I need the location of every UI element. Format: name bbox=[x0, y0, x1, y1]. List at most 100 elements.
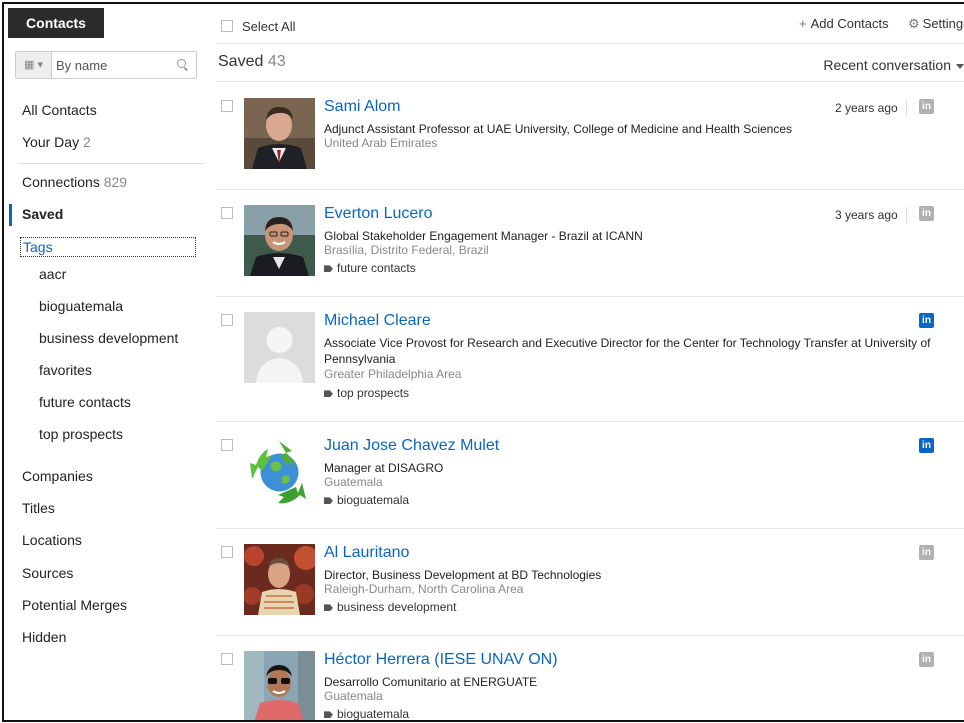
contact-row[interactable]: Michael Cleare Associate Vice Provost fo… bbox=[216, 297, 964, 422]
plus-icon: + bbox=[799, 16, 807, 31]
tag-business-development[interactable]: business development bbox=[39, 330, 178, 346]
nav-companies[interactable]: Companies bbox=[22, 468, 93, 484]
contact-row[interactable]: Héctor Herrera (IESE UNAV ON) Desarrollo… bbox=[216, 636, 964, 720]
contact-headline: Adjunct Assistant Professor at UAE Unive… bbox=[324, 122, 792, 136]
contact-name[interactable]: Sami Alom bbox=[324, 98, 400, 116]
nav-saved[interactable]: Saved bbox=[22, 206, 63, 222]
tag-icon bbox=[324, 604, 333, 612]
contact-checkbox[interactable] bbox=[221, 546, 233, 558]
last-contact-time: 3 years ago bbox=[835, 208, 898, 222]
contact-photo[interactable] bbox=[244, 98, 315, 169]
contact-location: Guatemala bbox=[324, 475, 383, 489]
contact-tag[interactable]: business development bbox=[324, 600, 456, 614]
linkedin-icon[interactable]: in bbox=[919, 313, 934, 328]
nav-all-contacts[interactable]: All Contacts bbox=[22, 102, 97, 118]
nav-titles[interactable]: Titles bbox=[22, 500, 55, 516]
nav-sources[interactable]: Sources bbox=[22, 565, 73, 581]
contact-name[interactable]: Michael Cleare bbox=[324, 312, 431, 330]
gear-icon: ⚙ bbox=[908, 16, 920, 31]
linkedin-icon[interactable]: in bbox=[919, 438, 934, 453]
select-all-label[interactable]: Select All bbox=[242, 19, 295, 34]
contact-list: Sami Alom Adjunct Assistant Professor at… bbox=[216, 83, 964, 720]
contact-headline: Associate Vice Provost for Research and … bbox=[324, 336, 931, 366]
contact-tag[interactable]: future contacts bbox=[324, 261, 416, 275]
contact-checkbox[interactable] bbox=[221, 100, 233, 112]
contact-headline: Director, Business Development at BD Tec… bbox=[324, 568, 602, 582]
tag-aacr[interactable]: aacr bbox=[39, 266, 66, 282]
nav-connections[interactable]: Connections 829 bbox=[22, 174, 127, 190]
settings-button[interactable]: ⚙Settings bbox=[908, 16, 964, 32]
name-search-input[interactable] bbox=[56, 52, 166, 78]
main-panel: Select All +Add Contacts ⚙Settings Saved… bbox=[216, 4, 964, 720]
filter-type-dropdown[interactable]: ▦ ▾ bbox=[16, 52, 52, 78]
list-count: 43 bbox=[267, 53, 286, 70]
tag-favorites[interactable]: favorites bbox=[39, 362, 92, 378]
linkedin-icon[interactable]: in bbox=[919, 206, 934, 221]
contact-checkbox[interactable] bbox=[221, 653, 233, 665]
tag-icon bbox=[324, 711, 333, 719]
nav-hidden[interactable]: Hidden bbox=[22, 629, 66, 645]
list-header: Saved 43 Recent conversation bbox=[216, 44, 964, 82]
tag-future-contacts[interactable]: future contacts bbox=[39, 394, 131, 410]
contact-location: Greater Philadelphia Area bbox=[324, 367, 462, 381]
chevron-down-icon bbox=[956, 63, 964, 69]
selected-indicator bbox=[9, 204, 12, 226]
nav-count: 2 bbox=[82, 134, 91, 150]
contact-tag[interactable]: bioguatemala bbox=[324, 707, 409, 720]
select-all-checkbox[interactable] bbox=[221, 20, 233, 32]
contacts-filter-icon: ▦ bbox=[24, 59, 35, 71]
time-divider bbox=[906, 207, 907, 223]
contact-name[interactable]: Juan Jose Chavez Mulet bbox=[324, 437, 499, 455]
tag-icon bbox=[324, 265, 333, 273]
contact-location: Brasília, Distrito Federal, Brazil bbox=[324, 243, 489, 257]
contact-headline: Desarrollo Comunitario at ENERGUATE bbox=[324, 675, 538, 689]
add-contacts-button[interactable]: + Add Contacts bbox=[799, 16, 889, 31]
chevron-down-icon: ▾ bbox=[34, 59, 43, 71]
list-title: Saved 43 bbox=[218, 53, 286, 70]
linkedin-icon[interactable]: in bbox=[919, 545, 934, 560]
contact-location: United Arab Emirates bbox=[324, 136, 438, 150]
contact-location: Guatemala bbox=[324, 689, 383, 703]
contact-photo[interactable] bbox=[244, 651, 315, 720]
contact-name[interactable]: Al Lauritano bbox=[324, 544, 409, 562]
nav-tags[interactable]: Tags bbox=[20, 237, 196, 257]
contact-name[interactable]: Everton Lucero bbox=[324, 205, 433, 223]
contact-headline: Global Stakeholder Engagement Manager - … bbox=[324, 229, 643, 243]
tag-bioguatemala[interactable]: bioguatemala bbox=[39, 298, 123, 314]
contact-row[interactable]: Al Lauritano Director, Business Developm… bbox=[216, 529, 964, 636]
name-filter: ▦ ▾ bbox=[15, 51, 197, 79]
search-icon[interactable] bbox=[177, 59, 188, 70]
nav-potential-merges[interactable]: Potential Merges bbox=[22, 597, 127, 613]
contact-location: Raleigh-Durham, North Carolina Area bbox=[324, 582, 524, 596]
contact-checkbox[interactable] bbox=[221, 207, 233, 219]
contact-checkbox[interactable] bbox=[221, 314, 233, 326]
contact-checkbox[interactable] bbox=[221, 439, 233, 451]
toolbar: Select All +Add Contacts ⚙Settings bbox=[216, 4, 964, 44]
contact-tag[interactable]: bioguatemala bbox=[324, 493, 409, 507]
nav-divider bbox=[18, 163, 204, 164]
contact-row[interactable]: Juan Jose Chavez Mulet Manager at DISAGR… bbox=[216, 422, 964, 529]
contact-row[interactable]: Everton Lucero Global Stakeholder Engage… bbox=[216, 190, 964, 297]
sort-dropdown[interactable]: Recent conversation bbox=[823, 57, 964, 73]
tag-top-prospects[interactable]: top prospects bbox=[39, 426, 123, 442]
time-divider bbox=[906, 100, 907, 116]
linkedin-icon[interactable]: in bbox=[919, 99, 934, 114]
contact-photo[interactable] bbox=[244, 544, 315, 615]
nav-count: 829 bbox=[103, 174, 128, 190]
tag-icon bbox=[324, 497, 333, 505]
nav-locations[interactable]: Locations bbox=[22, 532, 82, 548]
last-contact-time: 2 years ago bbox=[835, 101, 898, 115]
linkedin-icon[interactable]: in bbox=[919, 652, 934, 667]
contact-photo[interactable] bbox=[244, 312, 315, 383]
contact-row[interactable]: Sami Alom Adjunct Assistant Professor at… bbox=[216, 83, 964, 190]
contact-name[interactable]: Héctor Herrera (IESE UNAV ON) bbox=[324, 651, 558, 669]
tag-icon bbox=[324, 390, 333, 398]
contact-tag[interactable]: top prospects bbox=[324, 386, 409, 400]
sidebar: Contacts ▦ ▾ All Contacts Your Day 2 Con… bbox=[4, 4, 204, 720]
contact-photo[interactable] bbox=[244, 437, 315, 508]
contacts-app: Contacts ▦ ▾ All Contacts Your Day 2 Con… bbox=[2, 2, 964, 722]
contact-photo[interactable] bbox=[244, 205, 315, 276]
sidebar-header[interactable]: Contacts bbox=[8, 8, 104, 38]
nav-your-day[interactable]: Your Day 2 bbox=[22, 134, 91, 150]
contact-headline: Manager at DISAGRO bbox=[324, 461, 444, 475]
